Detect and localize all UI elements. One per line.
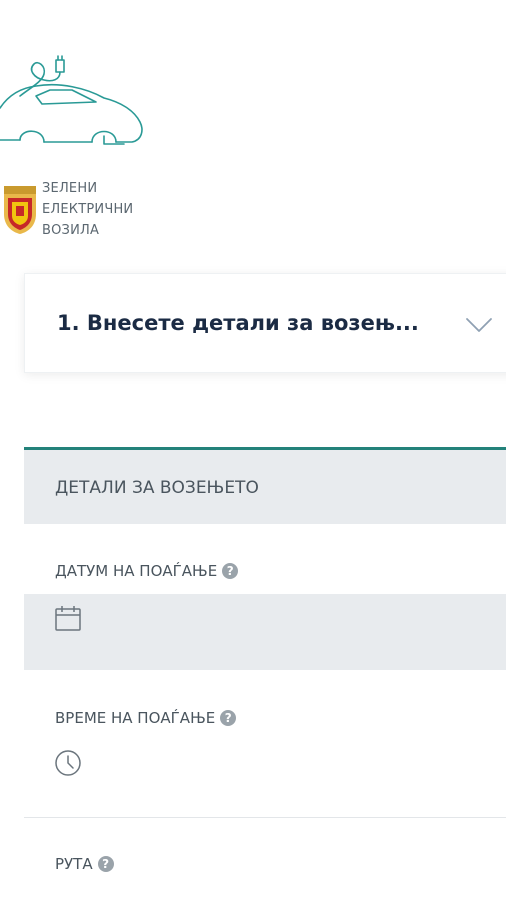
coat-of-arms-icon: [2, 186, 38, 234]
clock-icon[interactable]: [54, 749, 82, 777]
date-label-text: ДАТУМ НА ПОАЃАЊЕ: [55, 562, 218, 580]
calendar-icon[interactable]: [54, 604, 82, 632]
logo-line-1: ЗЕЛЕНИ: [42, 181, 98, 196]
logo-line-2: ЕЛЕКТРИЧНИ: [42, 202, 134, 217]
departure-time-input[interactable]: [24, 745, 506, 785]
help-icon[interactable]: ?: [220, 710, 237, 726]
help-icon[interactable]: ?: [222, 563, 239, 579]
section-title: ДЕТАЛИ ЗА ВОЗЕЊЕТО: [55, 478, 259, 498]
logo: ЗЕЛЕНИ ЕЛЕКТРИЧНИ ВОЗИЛА: [0, 40, 150, 238]
help-icon[interactable]: ?: [97, 856, 114, 872]
route-label-text: РУТА: [55, 855, 93, 873]
divider: [24, 817, 506, 818]
step-title: 1. Внесете детали за возењ...: [57, 311, 419, 335]
departure-date-input[interactable]: [24, 594, 506, 670]
logo-line-3: ВОЗИЛА: [42, 223, 100, 238]
route-field-label: РУТА ?: [55, 855, 114, 873]
electric-car-plug-icon: [0, 55, 143, 145]
date-field-label: ДАТУМ НА ПОАЃАЊЕ ?: [55, 562, 239, 580]
section-header: ДЕТАЛИ ЗА ВОЗЕЊЕТО: [24, 447, 506, 524]
logo-text: ЗЕЛЕНИ ЕЛЕКТРИЧНИ ВОЗИЛА: [42, 178, 133, 241]
time-label-text: ВРЕМЕ НА ПОАЃАЊЕ: [55, 709, 216, 727]
time-field-label: ВРЕМЕ НА ПОАЃАЊЕ ?: [55, 709, 237, 727]
step-accordion[interactable]: 1. Внесете детали за возењ...: [24, 273, 506, 373]
chevron-down-icon[interactable]: [465, 316, 493, 334]
